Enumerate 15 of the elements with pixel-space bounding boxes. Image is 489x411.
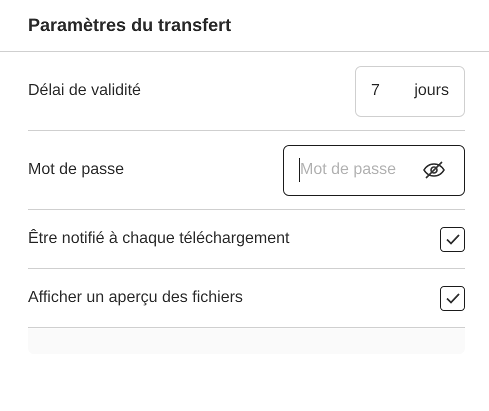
checkbox[interactable] [440,226,465,252]
setting-label: Afficher un aperçu des fichiers [28,288,243,308]
days-field[interactable]: 7 jours [355,66,465,116]
password-input[interactable]: Mot de passe [299,158,414,182]
eye-slash-icon[interactable] [422,161,446,179]
password-field[interactable]: Mot de passe [283,144,465,196]
panel-title: Paramètres du transfert [28,14,232,37]
checkmark-icon [446,292,460,304]
setting-label: Délai de validité [28,81,141,101]
checkbox[interactable] [440,286,465,310]
days-value: 7 [371,81,380,101]
setting-label: Mot de passe [28,160,124,180]
checkmark-icon [446,234,460,244]
setting-label: Être notifié à chaque téléchargement [28,228,290,249]
days-unit: jours [414,81,449,101]
